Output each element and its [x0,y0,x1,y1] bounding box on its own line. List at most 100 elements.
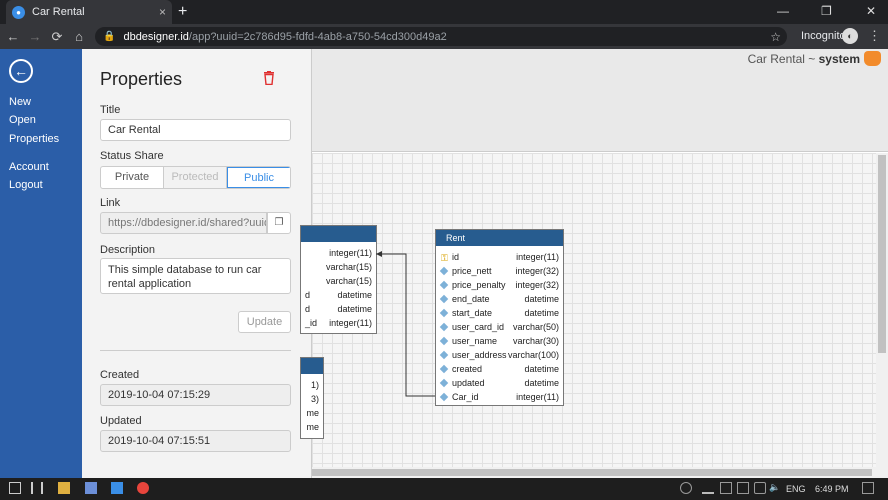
table-partial-2[interactable]: 1) 3) me me [300,357,324,439]
column-type: varchar(50) [512,322,559,332]
sidebar-item-new[interactable]: New [9,96,31,108]
back-arrow-icon[interactable]: ← [2,29,24,44]
column-name-text: start_date [452,308,493,318]
table-row[interactable]: me [301,406,323,420]
window-minimize-button[interactable]: — [777,4,789,18]
bookmark-star-icon[interactable]: ☆ [770,30,781,44]
back-circle-icon[interactable]: ← [9,59,33,83]
table-row[interactable]: end_date datetime [436,292,563,306]
battery-icon[interactable] [737,482,749,494]
updated-field: 2019-10-04 07:15:51 [100,430,291,452]
table-row[interactable]: Car_id integer(11) [436,390,563,404]
incognito-icon[interactable]: ◐ [842,28,858,44]
divider [100,350,291,351]
forward-arrow-icon[interactable]: → [24,29,46,44]
language-indicator[interactable]: ENG [786,484,806,494]
column-name [305,420,306,434]
column-name: created [439,362,524,376]
horizontal-scrollbar[interactable] [312,467,888,478]
app-sidebar: ← New Open Properties Account Logout [0,49,82,478]
table-row[interactable]: ⚿ id integer(11) [436,250,563,264]
horizontal-scroll-thumb[interactable] [312,469,872,476]
column-diamond-icon [439,322,449,332]
user-avatar-icon[interactable] [864,51,881,66]
clock[interactable]: 6:49 PM [815,484,849,494]
new-tab-button[interactable]: + [178,3,187,21]
table-row[interactable]: 3) [301,392,323,406]
rent-table[interactable]: Rent ⚿ id integer(11) price_nett integer(32)… [435,229,564,406]
table-row[interactable]: me [301,420,323,434]
file-explorer-icon[interactable] [58,482,70,494]
sidebar-item-properties[interactable]: Properties [9,133,59,145]
column-name: ⚿ id [440,250,516,264]
app-icon-2[interactable] [111,482,123,494]
sidebar-item-logout[interactable]: Logout [9,179,43,191]
column-type: datetime [337,304,372,314]
table-row[interactable]: varchar(15) [301,260,376,274]
table-row[interactable]: _id integer(11) [301,316,376,330]
status-public-option[interactable]: Public [227,167,290,188]
table-row[interactable]: varchar(15) [301,274,376,288]
table-row[interactable]: user_card_id varchar(50) [436,320,563,334]
table-row[interactable]: updated datetime [436,376,563,390]
column-diamond-icon [439,364,449,374]
table-row[interactable]: integer(11) [301,246,376,260]
table-partial-1[interactable]: integer(11) varchar(15) varchar(15) d dateti… [300,225,377,334]
vertical-scrollbar[interactable] [876,153,888,467]
column-type: 3) [310,394,319,404]
window-restore-button[interactable]: ❐ [821,4,832,18]
windows-start-icon[interactable] [9,482,21,494]
table-row[interactable]: price_penalty integer(32) [436,278,563,292]
tray-icon[interactable] [702,482,714,494]
chrome-icon[interactable] [137,482,149,494]
table-row[interactable]: d datetime [301,288,376,302]
people-icon[interactable] [680,482,692,494]
app-icon[interactable] [85,482,97,494]
table-row[interactable]: price_nett integer(32) [436,264,563,278]
trash-icon[interactable] [263,71,275,85]
column-type: me [306,422,319,432]
description-label: Description [100,244,156,256]
volume-icon[interactable]: 🔈 [769,482,781,494]
reload-icon[interactable]: ⟳ [46,29,68,45]
table-row[interactable]: start_date datetime [436,306,563,320]
panel-heading: Properties [100,69,183,89]
table-row[interactable]: user_name varchar(30) [436,334,563,348]
site-favicon-icon: ● [12,5,25,19]
description-textarea[interactable]: This simple database to run car rental a… [100,258,291,294]
column-name: d [305,304,311,314]
table-row[interactable]: user_address varchar(100) [436,348,563,362]
notification-icon[interactable] [862,482,874,494]
task-view-icon[interactable] [31,482,43,494]
update-button[interactable]: Update [238,311,291,333]
sidebar-item-open[interactable]: Open [9,114,36,126]
browser-tab[interactable]: ● Car Rental × [6,0,172,24]
column-name [305,260,326,274]
status-private-option[interactable]: Private [101,167,164,188]
keyboard-icon[interactable] [754,482,766,494]
column-name: price_penalty [439,278,515,292]
copy-link-icon[interactable]: ❐ [267,212,291,234]
tab-close-icon[interactable]: × [159,5,166,19]
column-name: _id [305,318,318,328]
table-row[interactable]: 1) [301,378,323,392]
table-row[interactable]: d datetime [301,302,376,316]
url-input[interactable]: 🔒 dbdesigner.id/app?uuid=2c786d95-fdfd-4… [95,27,787,46]
status-protected-option[interactable]: Protected [164,167,227,188]
status-share-toggle: Private Protected Public [100,166,291,189]
vertical-scroll-thumb[interactable] [878,155,886,353]
sidebar-item-account[interactable]: Account [9,161,49,173]
column-name-text: Car_id [452,392,479,402]
title-input[interactable]: Car Rental [100,119,291,141]
browser-menu-icon[interactable]: ⋮ [868,28,881,44]
column-type: varchar(30) [512,336,559,346]
updated-label: Updated [100,415,142,427]
column-diamond-icon [439,378,449,388]
link-field[interactable]: https://dbdesigner.id/shared?uuid= [100,212,267,234]
window-close-button[interactable]: ✕ [866,4,876,18]
table-row[interactable]: created datetime [436,362,563,376]
column-name: Car_id [439,390,516,404]
column-type: varchar(15) [325,262,372,272]
network-icon[interactable] [720,482,732,494]
home-icon[interactable]: ⌂ [68,29,90,44]
